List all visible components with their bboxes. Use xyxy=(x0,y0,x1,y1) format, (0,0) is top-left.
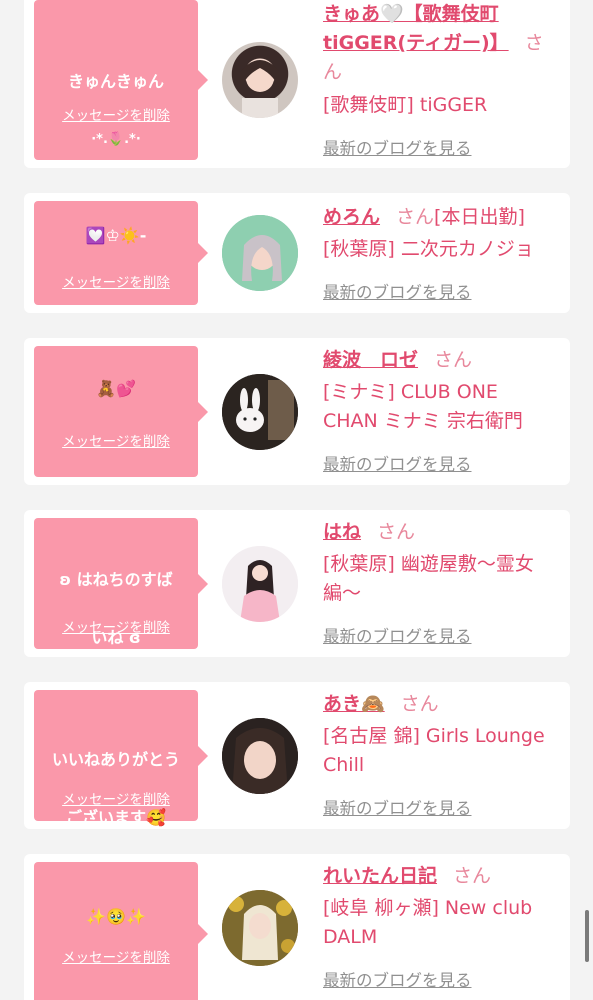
honorific: さん xyxy=(453,865,492,887)
list-item: 🧸💕 メッセージを削除 綾波 ロゼ さん [ミナミ] CLUB ONE CHAN … xyxy=(24,338,570,485)
avatar-photo-icon xyxy=(222,718,298,794)
shop-name: 編〜 xyxy=(323,582,362,604)
shop-name: [岐阜 柳ヶ瀬] New club xyxy=(323,897,533,919)
message-bubble: ʚ はねちのすば いね ɞ メッセージを削除 xyxy=(34,518,208,649)
message-bubble: 💟♔☀️- メッセージを削除 xyxy=(34,201,208,305)
shop-name: [秋葉原] 二次元カノジョ xyxy=(323,238,534,260)
list-item: きゅんきゅん ·*.🌷.*· メッセージを削除 きゅあ🤍【歌舞伎町 tiGGER… xyxy=(24,0,570,168)
avatar-photo-icon xyxy=(222,374,298,450)
shop-name: Chill xyxy=(323,754,365,776)
delete-message-link[interactable]: メッセージを削除 xyxy=(34,616,198,636)
latest-blog-link[interactable]: 最新のブログを見る xyxy=(323,279,472,303)
girl-name-link[interactable]: はね xyxy=(323,521,361,543)
status-text: [本日出勤] xyxy=(434,206,525,228)
list-item: 💟♔☀️- メッセージを削除 めろん さん[本日出勤] [秋葉原] 二次元カノジョ… xyxy=(24,193,570,313)
avatar[interactable] xyxy=(222,42,298,118)
shop-name: [ミナミ] CLUB ONE xyxy=(323,381,498,403)
message-text: 🧸💕 xyxy=(96,379,136,398)
delete-message-link[interactable]: メッセージを削除 xyxy=(34,430,198,450)
latest-blog-link[interactable]: 最新のブログを見る xyxy=(323,795,472,819)
latest-blog-link[interactable]: 最新のブログを見る xyxy=(323,967,472,991)
honorific: さん xyxy=(377,521,416,543)
shop-name: [歌舞伎町] tiGGER xyxy=(323,94,488,116)
delete-message-link[interactable]: メッセージを削除 xyxy=(34,788,198,808)
shop-name: [秋葉原] 幽遊屋敷〜霊女 xyxy=(323,553,534,575)
avatar-photo-icon xyxy=(222,215,298,291)
message-bubble: きゅんきゅん ·*.🌷.*· メッセージを削除 xyxy=(34,0,208,160)
avatar[interactable] xyxy=(222,718,298,794)
list-item: ʚ はねちのすば いね ɞ メッセージを削除 はね さん [秋葉原] 幽遊屋敷〜霊… xyxy=(24,510,570,657)
message-bubble: ✨🥹✨ メッセージを削除 xyxy=(34,862,208,1000)
shop-name: DALM xyxy=(323,926,378,948)
latest-blog-link[interactable]: 最新のブログを見る xyxy=(323,135,472,159)
message-text: ʚ はねちのすば いね ɞ xyxy=(59,570,173,647)
message-text: 💟♔☀️- xyxy=(85,226,147,245)
girl-name-link[interactable]: あき🙈 xyxy=(323,693,385,715)
message-bubble: いいねありがとう ございます🥰 メッセージを削除 xyxy=(34,690,208,827)
honorific: ん xyxy=(323,61,343,83)
avatar-photo-icon xyxy=(240,60,280,118)
list-item: ✨🥹✨ メッセージを削除 れいたん日記 さん [岐阜 柳ヶ瀬] New club … xyxy=(24,854,570,1000)
list-item: いいねありがとう ございます🥰 メッセージを削除 あき🙈 さん [名古屋 錦] G… xyxy=(24,682,570,829)
honorific: さん xyxy=(400,693,439,715)
avatar[interactable] xyxy=(222,546,298,622)
latest-blog-link[interactable]: 最新のブログを見る xyxy=(323,623,472,647)
message-feed: きゅんきゅん ·*.🌷.*· メッセージを削除 きゅあ🤍【歌舞伎町 tiGGER… xyxy=(0,0,593,1000)
avatar[interactable] xyxy=(222,215,298,291)
scrollbar[interactable] xyxy=(585,910,589,962)
delete-message-link[interactable]: メッセージを削除 xyxy=(34,271,198,291)
shop-name: CHAN ミナミ 宗右衛門 xyxy=(323,410,523,432)
girl-name-link[interactable]: きゅあ🤍【歌舞伎町 xyxy=(323,3,499,25)
avatar-photo-icon xyxy=(222,890,298,966)
shop-name: [名古屋 錦] Girls Lounge xyxy=(323,725,545,747)
girl-name-link[interactable]: tiGGER(ティガー)】 xyxy=(323,32,509,54)
avatar[interactable] xyxy=(222,374,298,450)
message-text: ✨🥹✨ xyxy=(86,907,146,926)
honorific: さん xyxy=(434,349,473,371)
honorific: さ xyxy=(524,32,544,54)
latest-blog-link[interactable]: 最新のブログを見る xyxy=(323,451,472,475)
avatar[interactable] xyxy=(222,890,298,966)
girl-name-link[interactable]: れいたん日記 xyxy=(323,865,437,887)
delete-message-link[interactable]: メッセージを削除 xyxy=(34,104,198,124)
message-bubble: 🧸💕 メッセージを削除 xyxy=(34,346,208,477)
avatar-photo-icon xyxy=(222,546,298,622)
delete-message-link[interactable]: メッセージを削除 xyxy=(34,946,198,966)
honorific: さん xyxy=(396,206,435,228)
girl-name-link[interactable]: めろん xyxy=(323,206,380,228)
girl-name-link[interactable]: 綾波 ロゼ xyxy=(323,349,418,371)
